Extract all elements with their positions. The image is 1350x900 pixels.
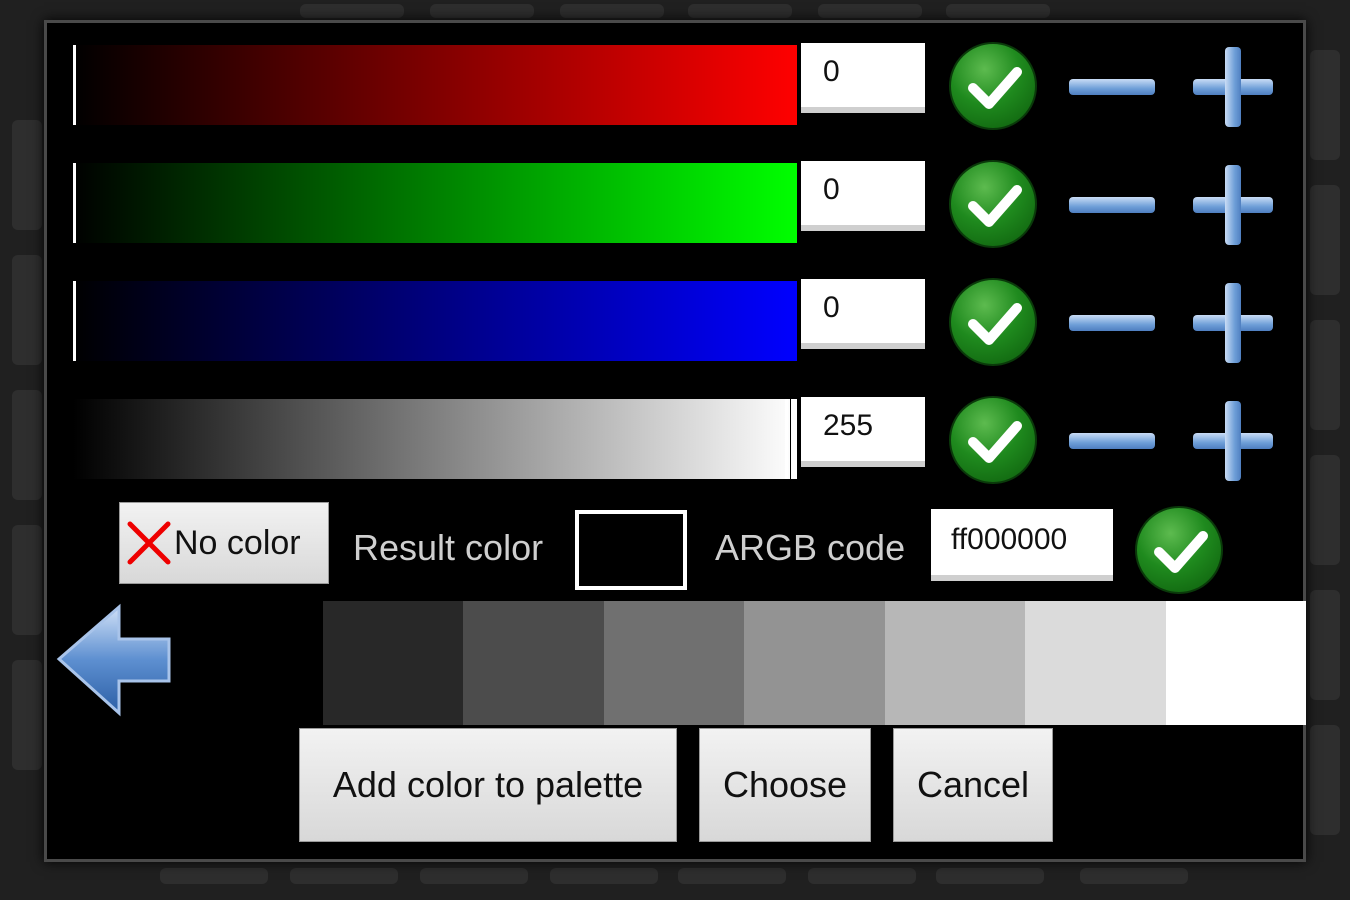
check-icon — [968, 421, 1022, 463]
color-picker-dialog: 0 0 0 255 No color Result color ARGB cod… — [44, 20, 1306, 862]
background-toolbar-tile — [688, 4, 792, 18]
check-icon — [1154, 531, 1208, 573]
back-arrow-icon — [56, 603, 171, 717]
background-toolbar-tile — [560, 4, 664, 18]
background-side-tile — [1310, 50, 1340, 160]
red-increase-button[interactable] — [1191, 43, 1281, 133]
red-decrease-button[interactable] — [1067, 43, 1157, 133]
palette-swatch[interactable] — [744, 601, 885, 725]
result-color-label: Result color — [353, 527, 544, 568]
cancel-button[interactable]: Cancel — [893, 728, 1053, 842]
check-icon — [968, 67, 1022, 109]
background-side-tile — [1310, 455, 1340, 565]
red-apply-button[interactable] — [949, 42, 1037, 130]
palette-swatch[interactable] — [1165, 601, 1306, 725]
back-arrow-button[interactable] — [55, 601, 175, 725]
background-bottom-tile — [808, 868, 916, 884]
background-bottom-tile — [678, 868, 786, 884]
red-slider-thumb[interactable] — [73, 45, 76, 125]
background-side-tile — [1310, 185, 1340, 295]
check-icon — [968, 185, 1022, 227]
background-side-tile — [12, 525, 42, 635]
green-decrease-button[interactable] — [1067, 161, 1157, 251]
blue-increase-button[interactable] — [1191, 279, 1281, 369]
background-toolbar-tile — [946, 4, 1050, 18]
screen: 0 0 0 255 No color Result color ARGB cod… — [0, 0, 1350, 900]
background-side-tile — [12, 120, 42, 230]
background-bottom-tile — [420, 868, 528, 884]
background-bottom-tile — [290, 868, 398, 884]
background-side-tile — [1310, 320, 1340, 430]
choose-button[interactable]: Choose — [699, 728, 871, 842]
palette-swatch[interactable] — [182, 601, 323, 725]
color-palette — [182, 601, 1306, 725]
alpha-value-field[interactable]: 255 — [801, 397, 925, 467]
palette-swatch[interactable] — [463, 601, 604, 725]
alpha-slider-thumb[interactable] — [785, 399, 795, 479]
green-slider-thumb[interactable] — [73, 163, 76, 243]
red-slider[interactable] — [73, 45, 797, 125]
argb-code-label: ARGB code — [715, 527, 906, 568]
add-color-to-palette-button[interactable]: Add color to palette — [299, 728, 677, 842]
no-color-label: No color — [174, 523, 301, 562]
alpha-apply-button[interactable] — [949, 396, 1037, 484]
background-side-tile — [1310, 725, 1340, 835]
background-side-tile — [12, 660, 42, 770]
background-toolbar-tile — [818, 4, 922, 18]
background-side-tile — [12, 255, 42, 365]
blue-apply-button[interactable] — [949, 278, 1037, 366]
palette-swatch[interactable] — [322, 601, 463, 725]
palette-swatch[interactable] — [884, 601, 1025, 725]
alpha-increase-button[interactable] — [1191, 397, 1281, 487]
background-bottom-tile — [1080, 868, 1188, 884]
blue-slider-thumb[interactable] — [73, 281, 76, 361]
red-value-field[interactable]: 0 — [801, 43, 925, 113]
red-x-icon — [127, 521, 171, 565]
blue-value-field[interactable]: 0 — [801, 279, 925, 349]
argb-apply-button[interactable] — [1135, 506, 1223, 594]
palette-swatch[interactable] — [1025, 601, 1166, 725]
palette-swatch[interactable] — [603, 601, 744, 725]
background-toolbar-tile — [300, 4, 404, 18]
background-bottom-tile — [550, 868, 658, 884]
check-icon — [968, 303, 1022, 345]
background-toolbar-tile — [430, 4, 534, 18]
argb-code-field[interactable]: ff000000 — [931, 509, 1113, 581]
alpha-decrease-button[interactable] — [1067, 397, 1157, 487]
green-value-field[interactable]: 0 — [801, 161, 925, 231]
green-apply-button[interactable] — [949, 160, 1037, 248]
blue-slider[interactable] — [73, 281, 797, 361]
blue-decrease-button[interactable] — [1067, 279, 1157, 369]
background-bottom-tile — [936, 868, 1044, 884]
green-increase-button[interactable] — [1191, 161, 1281, 251]
result-color-swatch — [575, 510, 687, 590]
background-bottom-tile — [160, 868, 268, 884]
background-side-tile — [1310, 590, 1340, 700]
green-slider[interactable] — [73, 163, 797, 243]
no-color-button[interactable]: No color — [119, 502, 329, 584]
background-side-tile — [12, 390, 42, 500]
alpha-slider[interactable] — [73, 399, 797, 479]
